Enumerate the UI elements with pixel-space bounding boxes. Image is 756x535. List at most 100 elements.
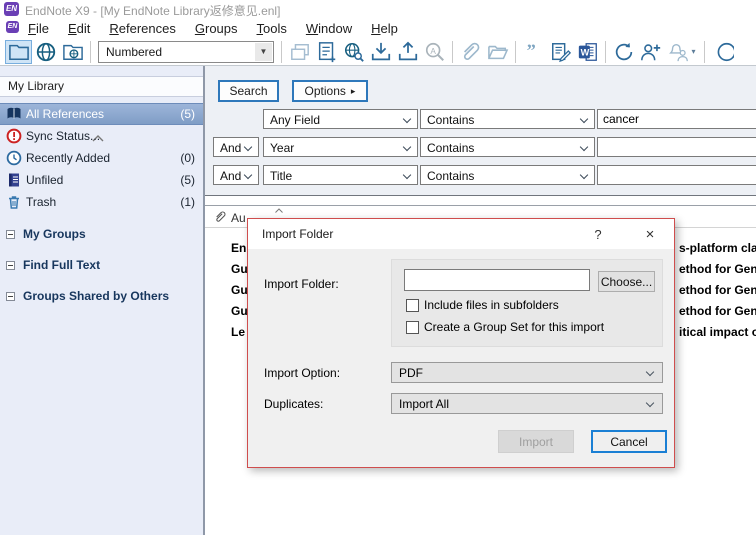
online-search-button[interactable] [340,40,367,64]
dialog-help-button[interactable]: ? [582,219,614,249]
export-arrow-icon [397,41,419,63]
sync-button[interactable] [610,40,637,64]
sidebar-item-all-references[interactable]: All References (5) [0,103,203,125]
export-button[interactable] [394,40,421,64]
collapse-minus-icon[interactable] [6,261,15,270]
output-style-dropdown[interactable]: Numbered ▼ [98,41,274,63]
chevron-down-icon [244,143,252,151]
title-bar: EN EndNote X9 - [My EndNote Library返修意见.… [0,0,756,18]
help-button[interactable] [709,40,736,64]
menu-edit[interactable]: Edit [68,21,90,36]
integrated-library-mode-button[interactable] [59,40,86,64]
title-cell: ethod for Gen [679,283,756,297]
find-full-text-button[interactable]: A [421,40,448,64]
sort-ascending-icon [275,208,283,213]
menu-window[interactable]: Window [306,21,352,36]
collapse-minus-icon[interactable] [6,292,15,301]
chevron-down-icon [244,171,252,179]
import-folder-label: Import Folder: [264,277,339,291]
boolean-select-3[interactable]: And [213,165,259,185]
search-operator-select-2[interactable]: Contains [420,137,595,157]
author-cell: Gu [231,304,248,318]
copy-to-local-library-button[interactable] [286,40,313,64]
main-toolbar: Numbered ▼ A ” [0,38,756,66]
choose-button-label: Choose... [601,275,652,289]
search-term-input-2[interactable] [597,137,756,157]
menu-references[interactable]: References [109,21,175,36]
duplicates-select[interactable]: Import All [391,393,663,414]
menu-help[interactable]: Help [371,21,398,36]
online-search-mode-button[interactable] [32,40,59,64]
author-cell: Gu [231,262,248,276]
share-library-button[interactable] [637,40,664,64]
attachment-column-icon [214,210,227,224]
search-operator-select-3[interactable]: Contains [420,165,595,185]
open-file-button[interactable] [484,40,511,64]
go-to-word-button[interactable]: W [574,40,601,64]
document-icon: EN [6,21,19,33]
flyout-arrow-icon: ▸ [351,86,356,97]
activity-feed-button[interactable]: ▾ [664,40,700,64]
attach-file-button[interactable] [457,40,484,64]
group-header-label: My Groups [23,227,86,241]
menu-tools[interactable]: Tools [257,21,287,36]
dialog-close-button[interactable]: × [634,219,666,249]
search-term-input-1[interactable] [597,109,756,129]
choose-folder-button[interactable]: Choose... [598,271,655,292]
sidebar-item-recently-added[interactable]: Recently Added (0) [0,147,203,169]
include-subfolders-option[interactable]: Include files in subfolders [406,298,559,312]
sidebar-group-my-groups[interactable]: My Groups [0,224,203,244]
import-button[interactable] [367,40,394,64]
chevron-down-icon [580,143,588,151]
sidebar-group-shared-by-others[interactable]: Groups Shared by Others [0,286,203,306]
dropdown-arrow-icon[interactable]: ▼ [255,43,272,61]
reference-count: (5) [180,107,195,121]
import-option-select[interactable]: PDF [391,362,663,383]
sidebar-item-sync-status[interactable]: Sync Status... [0,125,203,147]
search-button-label: Search [229,84,267,98]
sidebar-group-find-full-text[interactable]: Find Full Text [0,255,203,275]
bell-person-icon [668,41,690,63]
chevron-down-icon [403,143,411,151]
sidebar-item-label: All References [26,107,104,121]
import-option-label: Import Option: [264,366,340,380]
dialog-title-bar[interactable]: Import Folder ? × [248,219,674,249]
insert-citation-button[interactable]: ” [520,40,547,64]
sidebar-item-unfiled[interactable]: Unfiled (5) [0,169,203,191]
collapse-minus-icon[interactable] [6,230,15,239]
sidebar-item-label: Unfiled [26,173,63,187]
search-button[interactable]: Search [218,80,279,102]
import-arrow-icon [370,41,392,63]
quote-icon: ” [523,41,545,63]
endnote-window: EN EndNote X9 - [My EndNote Library返修意见.… [0,0,756,535]
cancel-button[interactable]: Cancel [591,430,667,453]
checkbox-label: Include files in subfolders [424,298,559,312]
local-library-mode-button[interactable] [5,40,32,64]
create-group-set-option[interactable]: Create a Group Set for this import [406,320,604,334]
search-operator-select-1[interactable]: Contains [420,109,595,129]
sidebar-item-trash[interactable]: Trash (1) [0,191,203,213]
library-sidebar: My Library All References (5) Sync Statu… [0,66,203,535]
boolean-select-2[interactable]: And [213,137,259,157]
import-folder-dialog: Import Folder ? × Import Folder: Choose.… [247,218,675,468]
checkbox-unchecked[interactable] [406,321,419,334]
author-column-header[interactable]: Au [231,211,246,225]
library-pane-header[interactable]: My Library [0,76,203,97]
menu-file[interactable]: File [28,21,49,36]
document-edit-icon [550,41,572,63]
format-bibliography-button[interactable] [547,40,574,64]
search-field-select-1[interactable]: Any Field [263,109,418,129]
search-field-select-3[interactable]: Title [263,165,418,185]
menu-bar: EN File Edit References Groups Tools Win… [0,18,756,38]
select-value: Year [270,141,294,155]
import-folder-path-input[interactable] [404,269,590,291]
options-button[interactable]: Options ▸ [292,80,368,102]
new-reference-button[interactable] [313,40,340,64]
group-header-label: Groups Shared by Others [23,289,169,303]
select-value: Contains [427,141,474,155]
search-term-input-3[interactable] [597,165,756,185]
checkbox-unchecked[interactable] [406,299,419,312]
search-field-select-2[interactable]: Year [263,137,418,157]
cancel-button-label: Cancel [610,435,647,449]
menu-groups[interactable]: Groups [195,21,238,36]
